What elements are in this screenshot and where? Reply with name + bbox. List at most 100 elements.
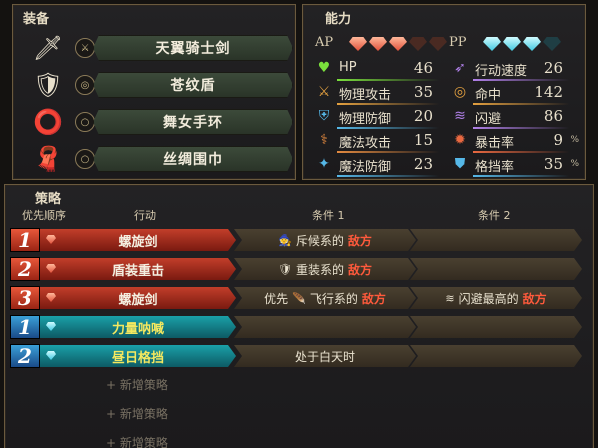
action-skill[interactable]: 螺旋剑	[40, 287, 236, 309]
equipment-name[interactable]: 丝绸围巾	[93, 146, 293, 172]
stat-name: 暴击率	[475, 136, 515, 151]
header-condition-2: 条件 2	[478, 209, 511, 222]
equipment-title: 装备	[23, 12, 50, 27]
shield-icon: 🛡	[32, 71, 64, 99]
stat-underline	[473, 79, 569, 81]
stat-stats_right-3: ✹ 暴击率 9%	[451, 131, 579, 153]
ap-gem-icon	[46, 293, 56, 302]
speed-icon: ➶	[454, 60, 466, 76]
condition-1[interactable]: 优先 🪶 飞行系的 敌方	[234, 287, 416, 309]
condition-2[interactable]	[410, 258, 582, 280]
condition-target: 敌方	[361, 291, 386, 306]
add-strategy-button[interactable]: + 新增策略	[106, 434, 168, 448]
equipment-slot[interactable]: 🛡 ◎ 苍纹盾	[31, 70, 295, 100]
stat-name: 物理防御	[339, 112, 392, 127]
stat-underline	[337, 151, 439, 153]
header-priority: 优先顺序	[22, 209, 66, 222]
stat-value: 20	[413, 107, 433, 125]
header-condition-1: 条件 1	[312, 209, 345, 222]
priority-badge[interactable]: 1	[10, 228, 40, 252]
stat-stats_right-4: ⛊ 格挡率 35%	[451, 155, 579, 177]
stat-value: 46	[413, 59, 433, 77]
ap-gem-icon	[389, 37, 407, 51]
slot-type-icon: ◎	[75, 75, 95, 95]
pp-gem-icon	[46, 322, 56, 331]
strategy-row[interactable]: 2 昼日格挡 处于白天时	[10, 344, 584, 368]
action-skill[interactable]: 力量呐喊	[40, 316, 236, 338]
stat-underline	[473, 103, 569, 105]
condition-prefix: 优先	[264, 291, 289, 306]
stat-underline	[337, 103, 439, 105]
condition-1[interactable]: 🛡 重装系的 敌方	[234, 258, 416, 280]
condition-2[interactable]	[410, 229, 582, 251]
stat-value: 142	[534, 83, 563, 101]
sword-attack-icon: ⚔	[317, 84, 331, 100]
action-label: 螺旋剑	[118, 292, 158, 308]
priority-badge[interactable]: 3	[10, 286, 40, 310]
condition-2[interactable]	[410, 345, 582, 367]
stat-value: 23	[413, 155, 433, 173]
percent-sign: %	[570, 159, 579, 169]
condition-2[interactable]	[410, 316, 582, 338]
action-skill[interactable]: 螺旋剑	[40, 229, 236, 251]
condition-1[interactable]: 🧙 斥候系的 敌方	[234, 229, 416, 251]
condition-type-icon: 🪶	[292, 291, 306, 305]
stat-name: 命中	[475, 88, 502, 103]
magic-defense-icon: ✦	[318, 156, 330, 172]
action-skill[interactable]: 昼日格挡	[40, 345, 236, 367]
strategy-row[interactable]: 1 螺旋剑 🧙 斥候系的 敌方	[10, 228, 584, 252]
strategy-row[interactable]: 2 盾装重击 🛡 重装系的 敌方	[10, 257, 584, 281]
condition-text: 闪避最高的	[458, 291, 519, 306]
equipment-panel: 装备 🗡 ⚔ 天翼骑士剑 🛡 ◎ 苍纹盾 ⭕ ○ 舞女手环 🧣 ○ 丝绸围巾	[12, 4, 296, 180]
action-label: 螺旋剑	[118, 234, 158, 250]
condition-text: 飞行系的	[309, 291, 358, 306]
stat-stats_right-2: ≋ 闪避 86	[451, 107, 569, 129]
priority-badge[interactable]: 1	[10, 315, 40, 339]
equipment-name[interactable]: 舞女手环	[93, 109, 293, 135]
block-icon: ⛊	[454, 156, 466, 172]
stat-underline	[473, 175, 569, 177]
stat-stats_right-1: ◎ 命中 142	[451, 83, 569, 105]
slot-type-icon: ○	[75, 149, 95, 169]
slot-type-icon: ⚔	[75, 38, 95, 58]
strategy-row[interactable]: 1 力量呐喊	[10, 315, 584, 339]
heart-icon: ♥	[317, 60, 331, 76]
condition-1[interactable]: 处于白天时	[234, 345, 416, 367]
equipment-name[interactable]: 天翼骑士剑	[93, 35, 293, 61]
bracelet-icon: ⭕	[33, 108, 63, 136]
equipment-name[interactable]: 苍纹盾	[93, 72, 293, 98]
scarf-icon: 🧣	[33, 145, 63, 173]
condition-text: 处于白天时	[294, 349, 355, 364]
ability-panel: 能力 AP PP ♥ HP 46 ⚔ 物理攻击 35 ⛨ 物理防御 20 ⚕ 魔法攻击 15 ✦ 魔法防御…	[302, 4, 586, 180]
ap-label: AP	[315, 35, 334, 50]
stat-underline	[337, 127, 439, 129]
evade-icon: ≋	[454, 108, 466, 124]
stat-stats_left-4: ✦ 魔法防御 23	[315, 155, 439, 177]
stat-name: 魔法攻击	[339, 136, 392, 151]
condition-type-icon: 🧙	[278, 233, 292, 247]
stat-value: 86	[543, 107, 563, 125]
strategy-row[interactable]: 3 螺旋剑 优先 🪶 飞行系的 敌方 ≋ 闪避最高的 敌方	[10, 286, 584, 310]
stat-value: 9	[553, 131, 563, 149]
condition-1[interactable]	[234, 316, 416, 338]
staff-icon: ⚕	[320, 132, 328, 148]
add-strategy-button[interactable]: + 新增策略	[106, 405, 168, 422]
add-strategy-button[interactable]: + 新增策略	[106, 376, 168, 393]
slot-type-icon: ○	[75, 112, 95, 132]
condition-2[interactable]: ≋ 闪避最高的 敌方	[410, 287, 582, 309]
equipment-slot[interactable]: 🗡 ⚔ 天翼骑士剑	[31, 33, 295, 63]
action-skill[interactable]: 盾装重击	[40, 258, 236, 280]
priority-badge[interactable]: 2	[10, 257, 40, 281]
stat-name: 魔法防御	[339, 160, 392, 175]
equipment-slot[interactable]: 🧣 ○ 丝绸围巾	[31, 144, 295, 174]
stat-stats_right-0: ➶ 行动速度 26	[451, 59, 569, 81]
ap-gem-icon	[349, 37, 367, 51]
ap-gem-icon	[429, 37, 447, 51]
pp-label: PP	[449, 35, 467, 50]
stat-underline	[473, 127, 569, 129]
stat-name: 物理攻击	[339, 88, 392, 103]
stat-stats_left-3: ⚕ 魔法攻击 15	[315, 131, 439, 153]
stat-name: HP	[339, 60, 357, 75]
priority-badge[interactable]: 2	[10, 344, 40, 368]
equipment-slot[interactable]: ⭕ ○ 舞女手环	[31, 107, 295, 137]
